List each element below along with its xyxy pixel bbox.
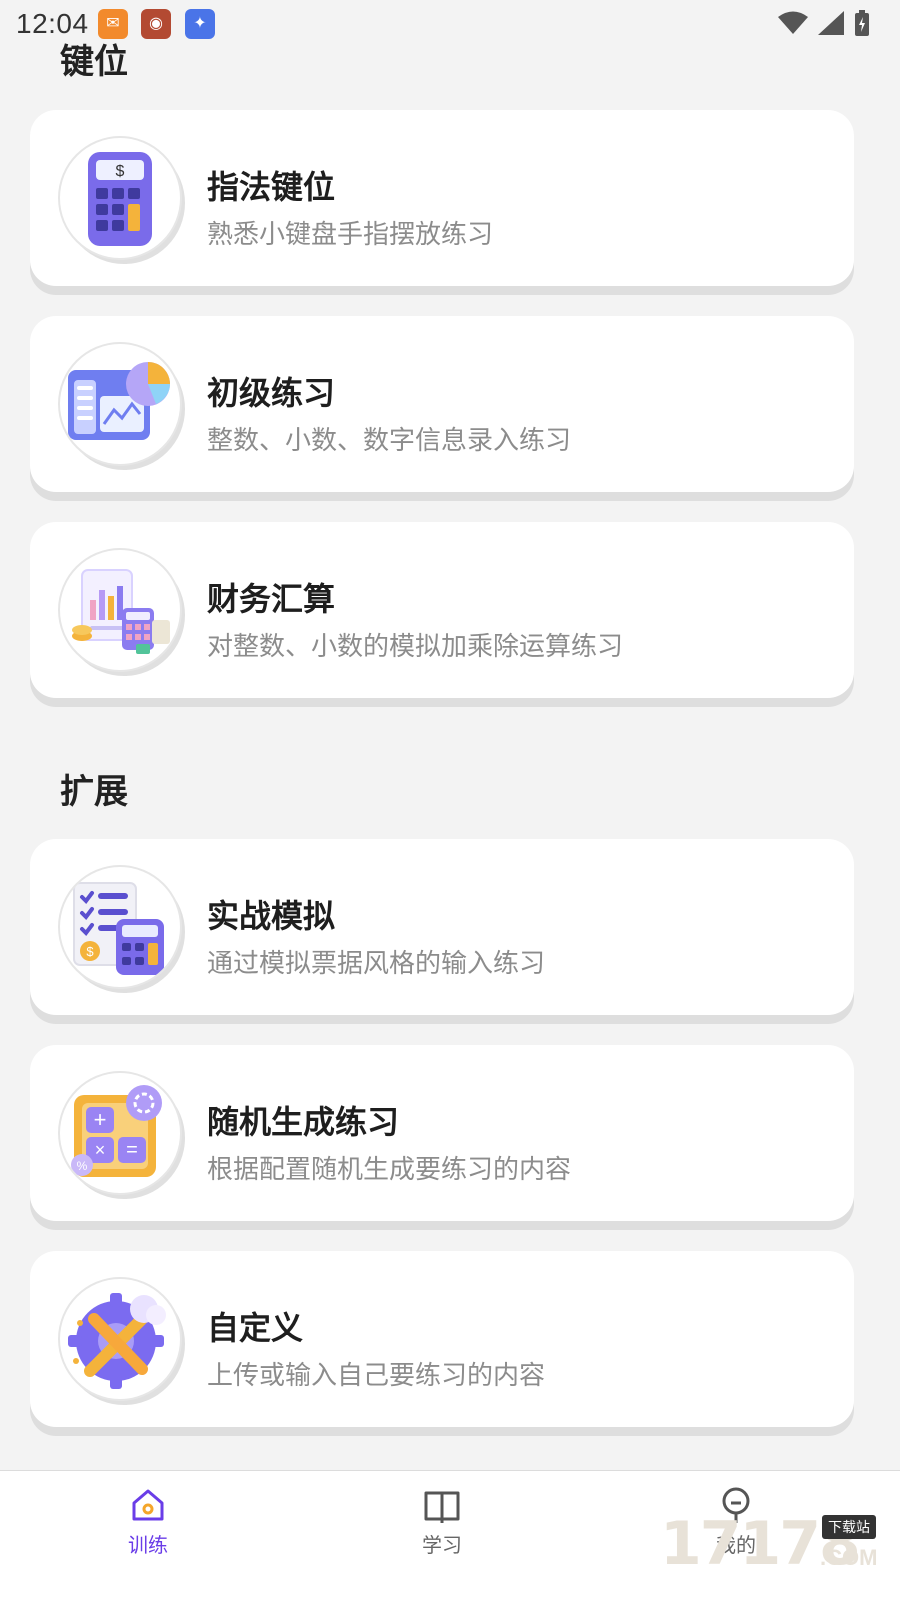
- card-title: 实战模拟: [207, 898, 336, 934]
- card-title: 初级练习: [207, 375, 336, 411]
- card-description: 通过模拟票据风格的输入练习: [207, 948, 546, 978]
- nav-item-training[interactable]: 训练: [88, 1471, 208, 1600]
- nav-label: 训练: [128, 1535, 168, 1557]
- card-title: 财务汇算: [207, 581, 336, 617]
- book-icon: [424, 1491, 460, 1523]
- watermark: 17178 下载站 .COM: [660, 1505, 890, 1585]
- nav-item-study[interactable]: 学习: [382, 1471, 502, 1600]
- svg-text:$: $: [116, 163, 125, 180]
- math-operations-icon: + × = %: [60, 1073, 180, 1193]
- card-description: 对整数、小数的模拟加乘除运算练习: [207, 631, 624, 661]
- settings-tools-icon: [60, 1279, 180, 1399]
- home-icon: [132, 1489, 164, 1521]
- nav-label: 学习: [422, 1535, 462, 1557]
- svg-text:%: %: [77, 1159, 88, 1173]
- app-screen: 12:04 ✉ ◉ ✦ 键位 $ 指法键位 熟悉小键盘手指摆放练习 初级练习 整…: [0, 0, 900, 1600]
- card-description: 熟悉小键盘手指摆放练习: [207, 219, 494, 249]
- notification-app-icon: ✦: [185, 9, 215, 39]
- card-title: 自定义: [207, 1310, 304, 1346]
- notification-app-icon: ◉: [141, 9, 171, 39]
- watermark-tag: 下载站: [822, 1515, 876, 1539]
- card-title: 指法键位: [207, 169, 336, 205]
- svg-text:+: +: [94, 1107, 107, 1132]
- svg-text:=: =: [126, 1139, 138, 1161]
- card-custom[interactable]: 自定义 上传或输入自己要练习的内容: [30, 1251, 854, 1427]
- card-basic-practice[interactable]: 初级练习 整数、小数、数字信息录入练习: [30, 316, 854, 492]
- status-icons: [778, 10, 870, 36]
- svg-text:$: $: [86, 944, 94, 959]
- watermark-suffix: .COM: [820, 1545, 878, 1570]
- finance-report-icon: [60, 550, 180, 670]
- card-description: 根据配置随机生成要练习的内容: [207, 1154, 572, 1184]
- card-description: 上传或输入自己要练习的内容: [207, 1360, 546, 1390]
- wifi-icon: [778, 11, 808, 34]
- checklist-calculator-icon: $: [60, 867, 180, 987]
- card-finger-keys[interactable]: $ 指法键位 熟悉小键盘手指摆放练习: [30, 110, 854, 286]
- card-description: 整数、小数、数字信息录入练习: [207, 425, 572, 455]
- card-finance-calc[interactable]: 财务汇算 对整数、小数的模拟加乘除运算练习: [30, 522, 854, 698]
- calculator-icon: $: [60, 138, 180, 258]
- card-title: 随机生成练习: [207, 1104, 400, 1140]
- card-random-practice[interactable]: + × = % 随机生成练习 根据配置随机生成要练习的内容: [30, 1045, 854, 1221]
- section-title-extension: 扩展: [60, 773, 128, 811]
- card-real-simulation[interactable]: $ 实战模拟 通过模拟票据风格的输入练习: [30, 839, 854, 1015]
- dashboard-chart-icon: [60, 344, 180, 464]
- signal-icon: [818, 11, 844, 35]
- battery-icon: [855, 10, 869, 36]
- svg-text:×: ×: [95, 1140, 106, 1160]
- status-bar: 12:04 ✉ ◉ ✦: [0, 0, 900, 48]
- section-title-keys: 键位: [60, 43, 128, 81]
